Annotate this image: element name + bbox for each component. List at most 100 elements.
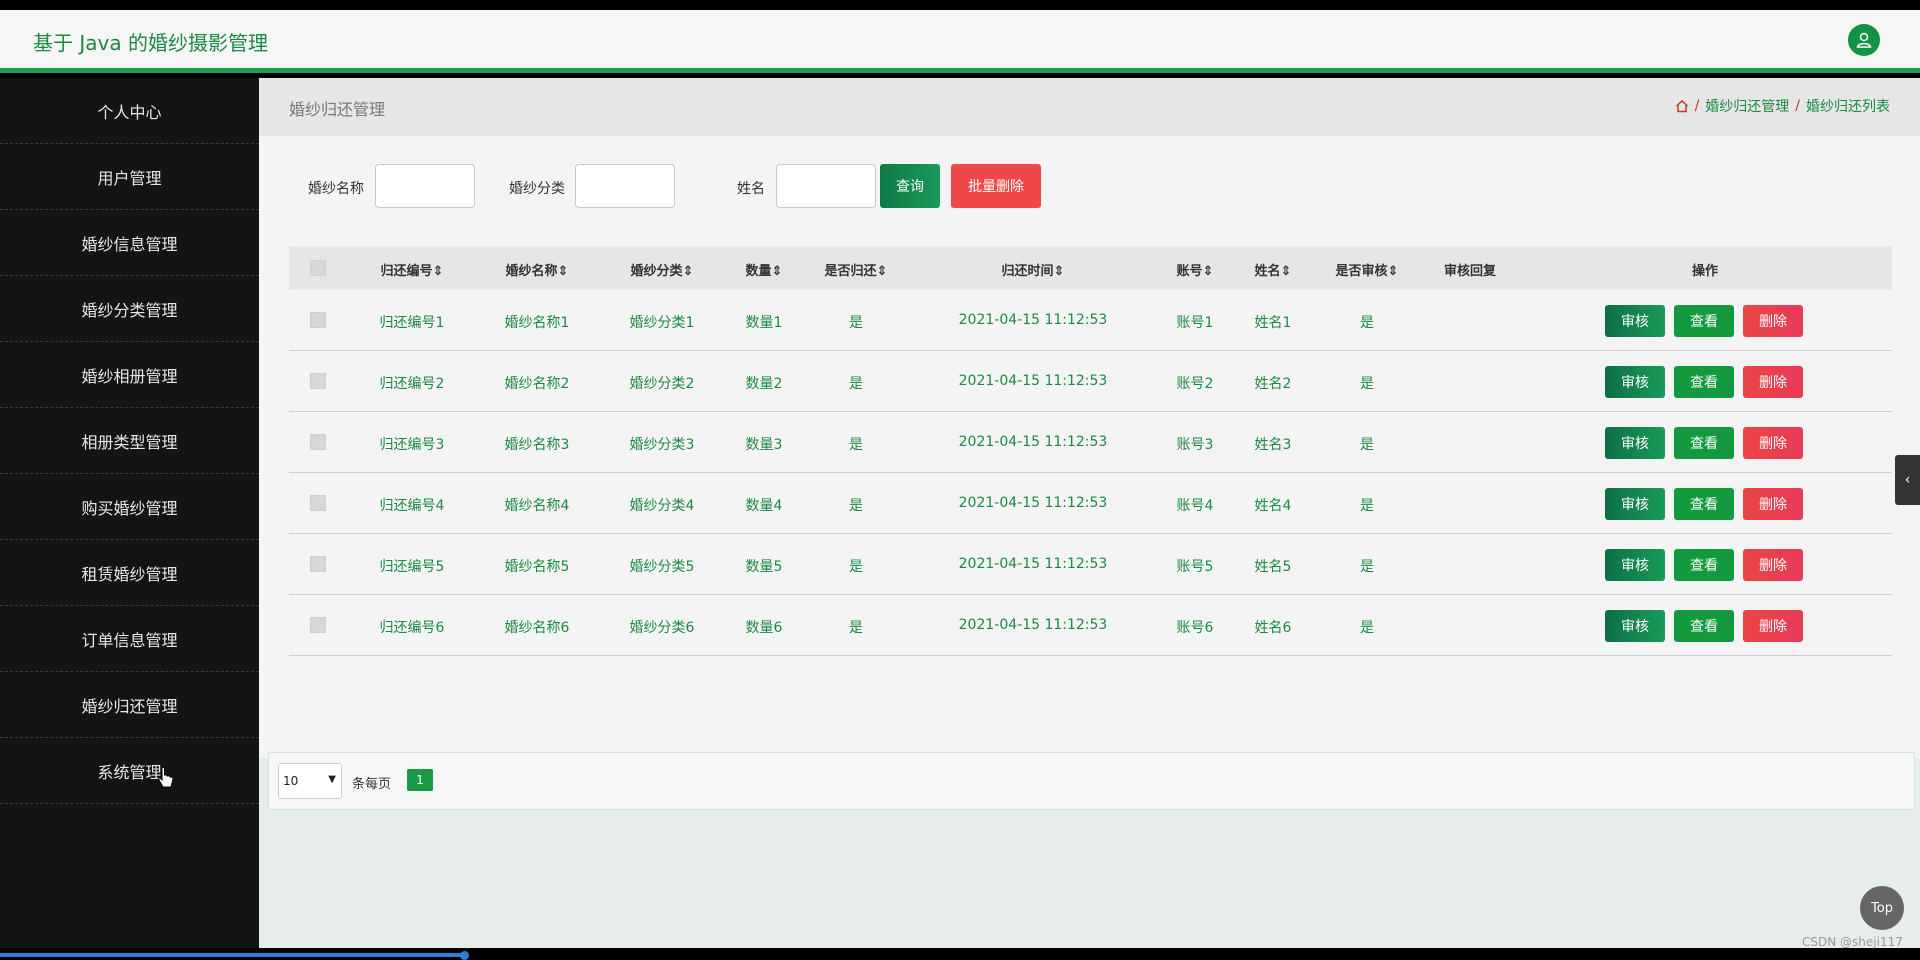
sidebar-item-rental[interactable]: 租赁婚纱管理 [0, 540, 259, 606]
dress-category-input[interactable] [575, 164, 675, 208]
cell-quantity: 数量4 [745, 498, 783, 514]
audit-button[interactable]: 审核 [1605, 610, 1665, 642]
table-row: 归还编号6 婚纱名称6 婚纱分类6 数量6 是 2021-04-15 11:12… [289, 595, 1892, 656]
delete-button[interactable]: 删除 [1743, 427, 1803, 459]
user-icon [1856, 32, 1872, 48]
cell-audited: 是 [1360, 498, 1374, 514]
delete-button[interactable]: 删除 [1743, 366, 1803, 398]
row-checkbox[interactable] [310, 434, 326, 450]
row-checkbox[interactable] [310, 373, 326, 389]
cell-name: 婚纱名称6 [504, 620, 570, 636]
cell-category: 婚纱分类4 [629, 498, 695, 514]
breadcrumb-item-return-management[interactable]: 婚纱归还管理 [1705, 96, 1789, 116]
batch-delete-button[interactable]: 批量删除 [951, 164, 1041, 208]
cell-returned: 是 [849, 498, 863, 514]
cell-returned: 是 [849, 376, 863, 392]
cell-return-time: 2021-04-15 11:12:53 [958, 434, 1108, 450]
sidebar-item-dress-info[interactable]: 婚纱信息管理 [0, 210, 259, 276]
cell-id: 归还编号1 [379, 315, 445, 331]
dropdown-arrow-icon: ▼ [328, 774, 336, 785]
sidebar-item-dress-category[interactable]: 婚纱分类管理 [0, 276, 259, 342]
page-size-select[interactable]: 10 ▼ [278, 763, 342, 799]
view-button[interactable]: 查看 [1674, 488, 1734, 520]
breadcrumb-item-return-list[interactable]: 婚纱归还列表 [1806, 96, 1890, 116]
cell-person: 姓名5 [1254, 559, 1292, 575]
cell-quantity: 数量3 [745, 437, 783, 453]
delete-button[interactable]: 删除 [1743, 549, 1803, 581]
audit-button[interactable]: 审核 [1605, 549, 1665, 581]
column-header-person[interactable]: 姓名⇕ [1255, 260, 1292, 279]
user-avatar[interactable] [1848, 24, 1880, 56]
view-button[interactable]: 查看 [1674, 549, 1734, 581]
sidebar-item-album-type[interactable]: 相册类型管理 [0, 408, 259, 474]
dress-name-input[interactable] [375, 164, 475, 208]
column-header-quantity[interactable]: 数量⇕ [746, 260, 783, 279]
cell-return-time: 2021-04-15 11:12:53 [958, 495, 1108, 511]
cell-category: 婚纱分类1 [629, 315, 695, 331]
cell-category: 婚纱分类6 [629, 620, 695, 636]
cell-audited: 是 [1360, 315, 1374, 331]
table-row: 归还编号5 婚纱名称5 婚纱分类5 数量5 是 2021-04-15 11:12… [289, 534, 1892, 595]
cell-category: 婚纱分类5 [629, 559, 695, 575]
dress-name-label: 婚纱名称 [308, 181, 364, 197]
column-header-audited[interactable]: 是否审核⇕ [1336, 260, 1399, 279]
sidebar-item-dress-album[interactable]: 婚纱相册管理 [0, 342, 259, 408]
cell-return-time: 2021-04-15 11:12:53 [958, 312, 1108, 328]
home-icon[interactable] [1675, 99, 1689, 113]
select-all-checkbox[interactable] [310, 260, 326, 276]
video-progress-bar[interactable] [0, 953, 465, 957]
sidebar-item-orders[interactable]: 订单信息管理 [0, 606, 259, 672]
mouse-cursor-icon [158, 766, 174, 788]
cell-account: 账号1 [1176, 315, 1214, 331]
audit-button[interactable]: 审核 [1605, 427, 1665, 459]
delete-button[interactable]: 删除 [1743, 610, 1803, 642]
view-button[interactable]: 查看 [1674, 305, 1734, 337]
query-button[interactable]: 查询 [880, 164, 940, 208]
sidebar-item-return[interactable]: 婚纱归还管理 [0, 672, 259, 738]
cell-name: 婚纱名称3 [504, 437, 570, 453]
cell-person: 姓名4 [1254, 498, 1292, 514]
person-name-input[interactable] [776, 164, 876, 208]
row-checkbox[interactable] [310, 495, 326, 511]
column-header-name[interactable]: 婚纱名称⇕ [506, 260, 569, 279]
cell-audited: 是 [1360, 620, 1374, 636]
delete-button[interactable]: 删除 [1743, 305, 1803, 337]
cell-quantity: 数量5 [745, 559, 783, 575]
view-button[interactable]: 查看 [1674, 610, 1734, 642]
sidebar-item-personal-center[interactable]: 个人中心 [0, 78, 259, 144]
cell-audited: 是 [1360, 559, 1374, 575]
cell-name: 婚纱名称4 [504, 498, 570, 514]
sidebar-item-purchase[interactable]: 购买婚纱管理 [0, 474, 259, 540]
cell-return-time: 2021-04-15 11:12:53 [958, 556, 1108, 572]
row-checkbox[interactable] [310, 312, 326, 328]
cell-category: 婚纱分类3 [629, 437, 695, 453]
cell-account: 账号3 [1176, 437, 1214, 453]
collapse-toggle[interactable]: ‹ [1895, 455, 1920, 505]
row-checkbox[interactable] [310, 617, 326, 633]
per-page-label: 条每页 [352, 777, 392, 792]
row-checkbox[interactable] [310, 556, 326, 572]
sidebar-item-system[interactable]: 系统管理 [0, 738, 259, 804]
column-header-returned[interactable]: 是否归还⇕ [825, 260, 888, 279]
page-number-button[interactable]: 1 [407, 769, 433, 791]
audit-button[interactable]: 审核 [1605, 366, 1665, 398]
column-header-account[interactable]: 账号⇕ [1177, 260, 1214, 279]
cell-id: 归还编号4 [379, 498, 445, 514]
cell-return-time: 2021-04-15 11:12:53 [958, 373, 1108, 389]
delete-button[interactable]: 删除 [1743, 488, 1803, 520]
cell-id: 归还编号2 [379, 376, 445, 392]
column-header-category[interactable]: 婚纱分类⇕ [631, 260, 694, 279]
cell-category: 婚纱分类2 [629, 376, 695, 392]
audit-button[interactable]: 审核 [1605, 488, 1665, 520]
sidebar-item-user-management[interactable]: 用户管理 [0, 144, 259, 210]
view-button[interactable]: 查看 [1674, 366, 1734, 398]
video-progress-handle[interactable] [460, 951, 469, 960]
cell-id: 归还编号5 [379, 559, 445, 575]
page-title: 婚纱归还管理 [289, 100, 386, 119]
audit-button[interactable]: 审核 [1605, 305, 1665, 337]
view-button[interactable]: 查看 [1674, 427, 1734, 459]
back-to-top-button[interactable]: Top [1860, 886, 1904, 930]
column-header-id[interactable]: 归还编号⇕ [381, 260, 444, 279]
app-title: 基于 Java 的婚纱摄影管理 [33, 31, 268, 55]
column-header-return-time[interactable]: 归还时间⇕ [1002, 260, 1065, 279]
